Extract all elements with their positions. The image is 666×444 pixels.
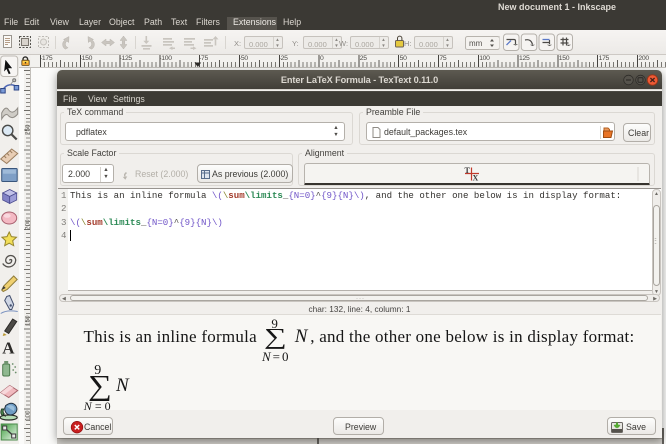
svg-text:X: X — [473, 174, 479, 183]
svg-text:T: T — [465, 166, 471, 175]
svg-text:mm: mm — [469, 39, 483, 48]
svg-text:A: A — [2, 339, 15, 358]
